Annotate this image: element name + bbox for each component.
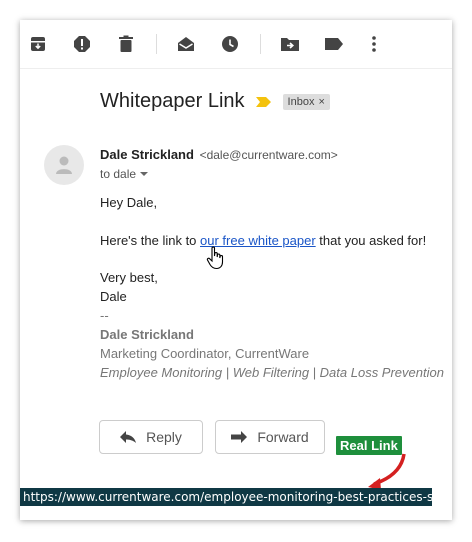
reply-icon: [120, 431, 137, 443]
forward-button[interactable]: Forward: [215, 420, 325, 454]
signature-divider: --: [100, 308, 109, 323]
link-hover-statusbar: https://www.currentware.com/employee-mon…: [20, 488, 432, 506]
toolbar-divider: [260, 34, 261, 54]
body-line-suffix: that you asked for!: [315, 233, 427, 248]
signature-title: Marketing Coordinator, CurrentWare: [100, 346, 310, 361]
to-line-text: to dale: [100, 167, 137, 181]
sender-address: <dale@currentware.com>: [199, 148, 338, 162]
report-spam-icon[interactable]: [72, 34, 92, 54]
chevron-down-icon: [140, 172, 149, 176]
body-line-prefix: Here's the link to: [100, 233, 201, 248]
forward-icon: [231, 431, 248, 443]
signature-tagline: Employee Monitoring | Web Filtering | Da…: [100, 365, 444, 380]
important-marker-icon[interactable]: [255, 95, 273, 109]
delete-icon[interactable]: [116, 34, 136, 54]
toolbar-divider: [156, 34, 157, 54]
forward-label: Forward: [257, 429, 309, 445]
reply-button[interactable]: Reply: [99, 420, 203, 454]
greeting: Hey Dale,: [100, 195, 158, 210]
status-url: https://www.currentware.com/employee-mon…: [23, 490, 432, 504]
email-view: Whitepaper Link Inbox × Dale Strickland …: [20, 20, 452, 520]
body-paragraph: Here's the link to our free white paper …: [100, 233, 426, 248]
reply-label: Reply: [146, 429, 182, 445]
email-subject: Whitepaper Link: [100, 90, 245, 112]
inbox-label-badge: Inbox ×: [282, 93, 330, 110]
snooze-icon[interactable]: [220, 34, 240, 54]
label-icon[interactable]: [324, 34, 344, 54]
closing: Very best,: [100, 270, 158, 285]
sender-line: Dale Strickland <dale@currentware.com>: [100, 147, 338, 162]
more-icon[interactable]: [364, 34, 384, 54]
sender-name: Dale Strickland: [100, 147, 194, 162]
closing-name: Dale: [100, 289, 127, 304]
recipient-details-toggle[interactable]: to dale: [100, 167, 149, 181]
hand-cursor-icon: [206, 246, 226, 275]
signature-name: Dale Strickland: [100, 327, 194, 342]
remove-label-icon[interactable]: ×: [318, 96, 324, 108]
subject-row: Whitepaper Link Inbox ×: [100, 90, 330, 113]
move-to-icon[interactable]: [280, 34, 300, 54]
inbox-label-text: Inbox: [287, 95, 315, 108]
avatar: [44, 145, 84, 185]
toolbar: [20, 20, 452, 69]
mark-unread-icon[interactable]: [176, 34, 196, 54]
archive-icon[interactable]: [28, 34, 48, 54]
